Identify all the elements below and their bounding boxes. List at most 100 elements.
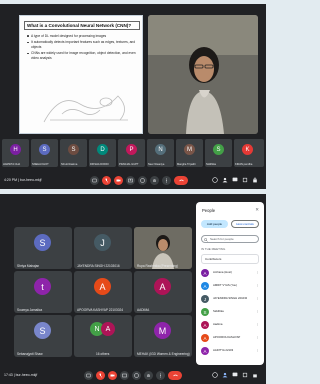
meeting-time-code: 17:43 | bur-heeo-mkjf — [4, 373, 38, 377]
avatar: J — [94, 234, 111, 251]
participant-tile[interactable]: A APOORVA KASHYAP 22103024 — [74, 271, 132, 313]
mic-icon[interactable]: ⋮ — [256, 270, 259, 274]
participant-tile[interactable]: M MEHAK (IGD Women & Engineering) — [134, 315, 192, 357]
participant-tile[interactable]: A AADIMA — [134, 271, 192, 313]
avatar: K — [242, 144, 253, 155]
camera-button[interactable] — [114, 175, 123, 185]
participant-tile[interactable]: K KIRAN pendha — [234, 139, 264, 167]
avatar: A — [201, 282, 209, 290]
lock-icon[interactable] — [252, 177, 258, 183]
avatar: P — [126, 144, 137, 155]
person-name: AADITYA 22103 — [213, 348, 234, 352]
lock-icon[interactable] — [252, 372, 258, 378]
participant-tile[interactable]: S Siddhika — [205, 139, 232, 167]
participant-tile[interactable]: J JAYENDRA SINGH 22103016 — [74, 227, 132, 269]
avatar: M — [184, 144, 195, 155]
participant-tile[interactable]: P PRANJAL GUPT — [118, 139, 145, 167]
activities-icon[interactable] — [242, 177, 248, 183]
presenter-video-tile[interactable]: Rupa Rashmika (Presenting) — [134, 227, 192, 269]
slide-bullets: A type of DL model designed for processi… — [27, 34, 139, 62]
participant-tile[interactable]: H HARSITA CHA — [2, 139, 29, 167]
participant-tile[interactable]: t Soumya Jamalica — [14, 271, 72, 313]
participant-tile[interactable]: S Sebanajyoti Shaw — [14, 315, 72, 357]
presenter-video — [134, 227, 192, 269]
people-icon[interactable] — [222, 177, 228, 183]
captions-icon — [92, 178, 97, 182]
emoji-icon — [140, 177, 145, 183]
host-controls-button[interactable]: Host controls — [231, 220, 259, 228]
present-button[interactable] — [126, 175, 135, 185]
people-list-item[interactable]: J JAYENDRA SINGH 22103016 ⋮ — [201, 294, 261, 306]
more-options-button[interactable] — [156, 370, 165, 380]
slide-title: What is a Convolutional Neural Network (… — [24, 21, 140, 30]
more-vert-icon[interactable]: ⋮ — [256, 283, 259, 287]
participant-tile[interactable]: M Mangha Tripathi — [176, 139, 203, 167]
raise-hand-button[interactable] — [144, 370, 153, 380]
add-people-button[interactable]: Add people — [201, 220, 228, 228]
avatar: S — [39, 144, 50, 155]
more-vert-icon[interactable]: ⋮ — [256, 296, 259, 300]
presentation-slide: What is a Convolutional Neural Network (… — [19, 15, 143, 134]
participant-name: PRANJAL GUPT — [119, 163, 139, 166]
more-vert-icon[interactable]: ⋮ — [256, 348, 259, 352]
people-list-item[interactable]: S Siddhika ⋮ — [201, 307, 261, 319]
contributors-group[interactable]: Contributors — [201, 254, 259, 264]
bottom-meeting-screenshot: S Shriya Mahajan J JAYENDRA SINGH 221030… — [0, 194, 266, 384]
mic-button[interactable] — [102, 175, 111, 185]
chat-icon[interactable] — [232, 177, 238, 183]
more-vert-icon — [160, 373, 161, 377]
leave-call-button[interactable] — [168, 370, 182, 380]
people-icon[interactable] — [222, 372, 228, 378]
avatar: S — [34, 322, 51, 339]
activities-icon[interactable] — [242, 372, 248, 378]
participant-name: JAYENDRA SINGH 22103016 — [77, 264, 120, 268]
people-list-item[interactable]: A AMRIT VYAS (You) ⋮ — [201, 281, 261, 293]
camera-button[interactable] — [108, 370, 117, 380]
raise-hand-button[interactable] — [150, 175, 159, 185]
participant-tile[interactable]: S Shruti Rasima — [60, 139, 87, 167]
avatar: S — [201, 308, 209, 316]
slide-bullet: CNNs are widely used for image recogniti… — [27, 51, 139, 60]
more-options-button[interactable] — [162, 175, 171, 185]
people-list-item[interactable]: A APOORVA KASHYAP ⋮ — [201, 333, 261, 345]
participant-name: KIRAN pendha — [235, 163, 253, 166]
participant-tile[interactable]: S SNEHA KHOT — [31, 139, 58, 167]
captions-button[interactable] — [90, 175, 99, 185]
people-list-item[interactable]: A Aadima ⋮ — [201, 320, 261, 332]
close-icon[interactable]: ✕ — [255, 207, 259, 213]
participant-name: 16 others — [96, 352, 110, 356]
mic-button[interactable] — [96, 370, 105, 380]
participant-tile[interactable]: D DIKSHA DODDI — [89, 139, 116, 167]
chat-icon[interactable] — [232, 372, 238, 378]
info-icon[interactable] — [212, 177, 218, 183]
avatar: S — [34, 234, 51, 251]
camera-off-icon — [116, 179, 121, 181]
avatar: S — [68, 144, 79, 155]
info-icon[interactable] — [212, 372, 218, 378]
participant-name: DIKSHA DODDI — [90, 163, 109, 166]
more-vert-icon[interactable]: ⋮ — [256, 322, 259, 326]
present-button[interactable] — [120, 370, 129, 380]
avatar: J — [201, 295, 209, 303]
leave-call-button[interactable] — [174, 175, 188, 185]
captions-button[interactable] — [84, 370, 93, 380]
participant-tile[interactable]: N Neer Nisaniya — [147, 139, 174, 167]
people-list-item[interactable]: A AADITYA 22103 ⋮ — [201, 346, 261, 358]
people-panel: People ✕ Add people Host controls Search… — [196, 202, 264, 365]
reactions-button[interactable] — [138, 175, 147, 185]
slide-bullet: A type of DL model designed for processi… — [27, 34, 139, 38]
more-vert-icon[interactable]: ⋮ — [256, 309, 259, 313]
participant-name: Shruti Rasima — [61, 163, 78, 166]
top-meeting-screenshot: What is a Convolutional Neural Network (… — [0, 4, 266, 189]
avatar: S — [213, 144, 224, 155]
presenter-video-tile[interactable] — [148, 15, 258, 134]
meeting-control-bar: 17:43 | bur-heeo-mkjf — [0, 366, 266, 384]
participant-tile[interactable]: S Shriya Mahajan — [14, 227, 72, 269]
others-tile[interactable]: N A 16 others — [74, 315, 132, 357]
reactions-button[interactable] — [132, 370, 141, 380]
search-people-input[interactable]: Search for people — [201, 235, 259, 243]
avatar: A — [201, 334, 209, 342]
people-list-item[interactable]: A Archana (Host) ⋮ — [201, 268, 261, 280]
search-icon — [204, 237, 208, 242]
more-vert-icon[interactable]: ⋮ — [256, 335, 259, 339]
